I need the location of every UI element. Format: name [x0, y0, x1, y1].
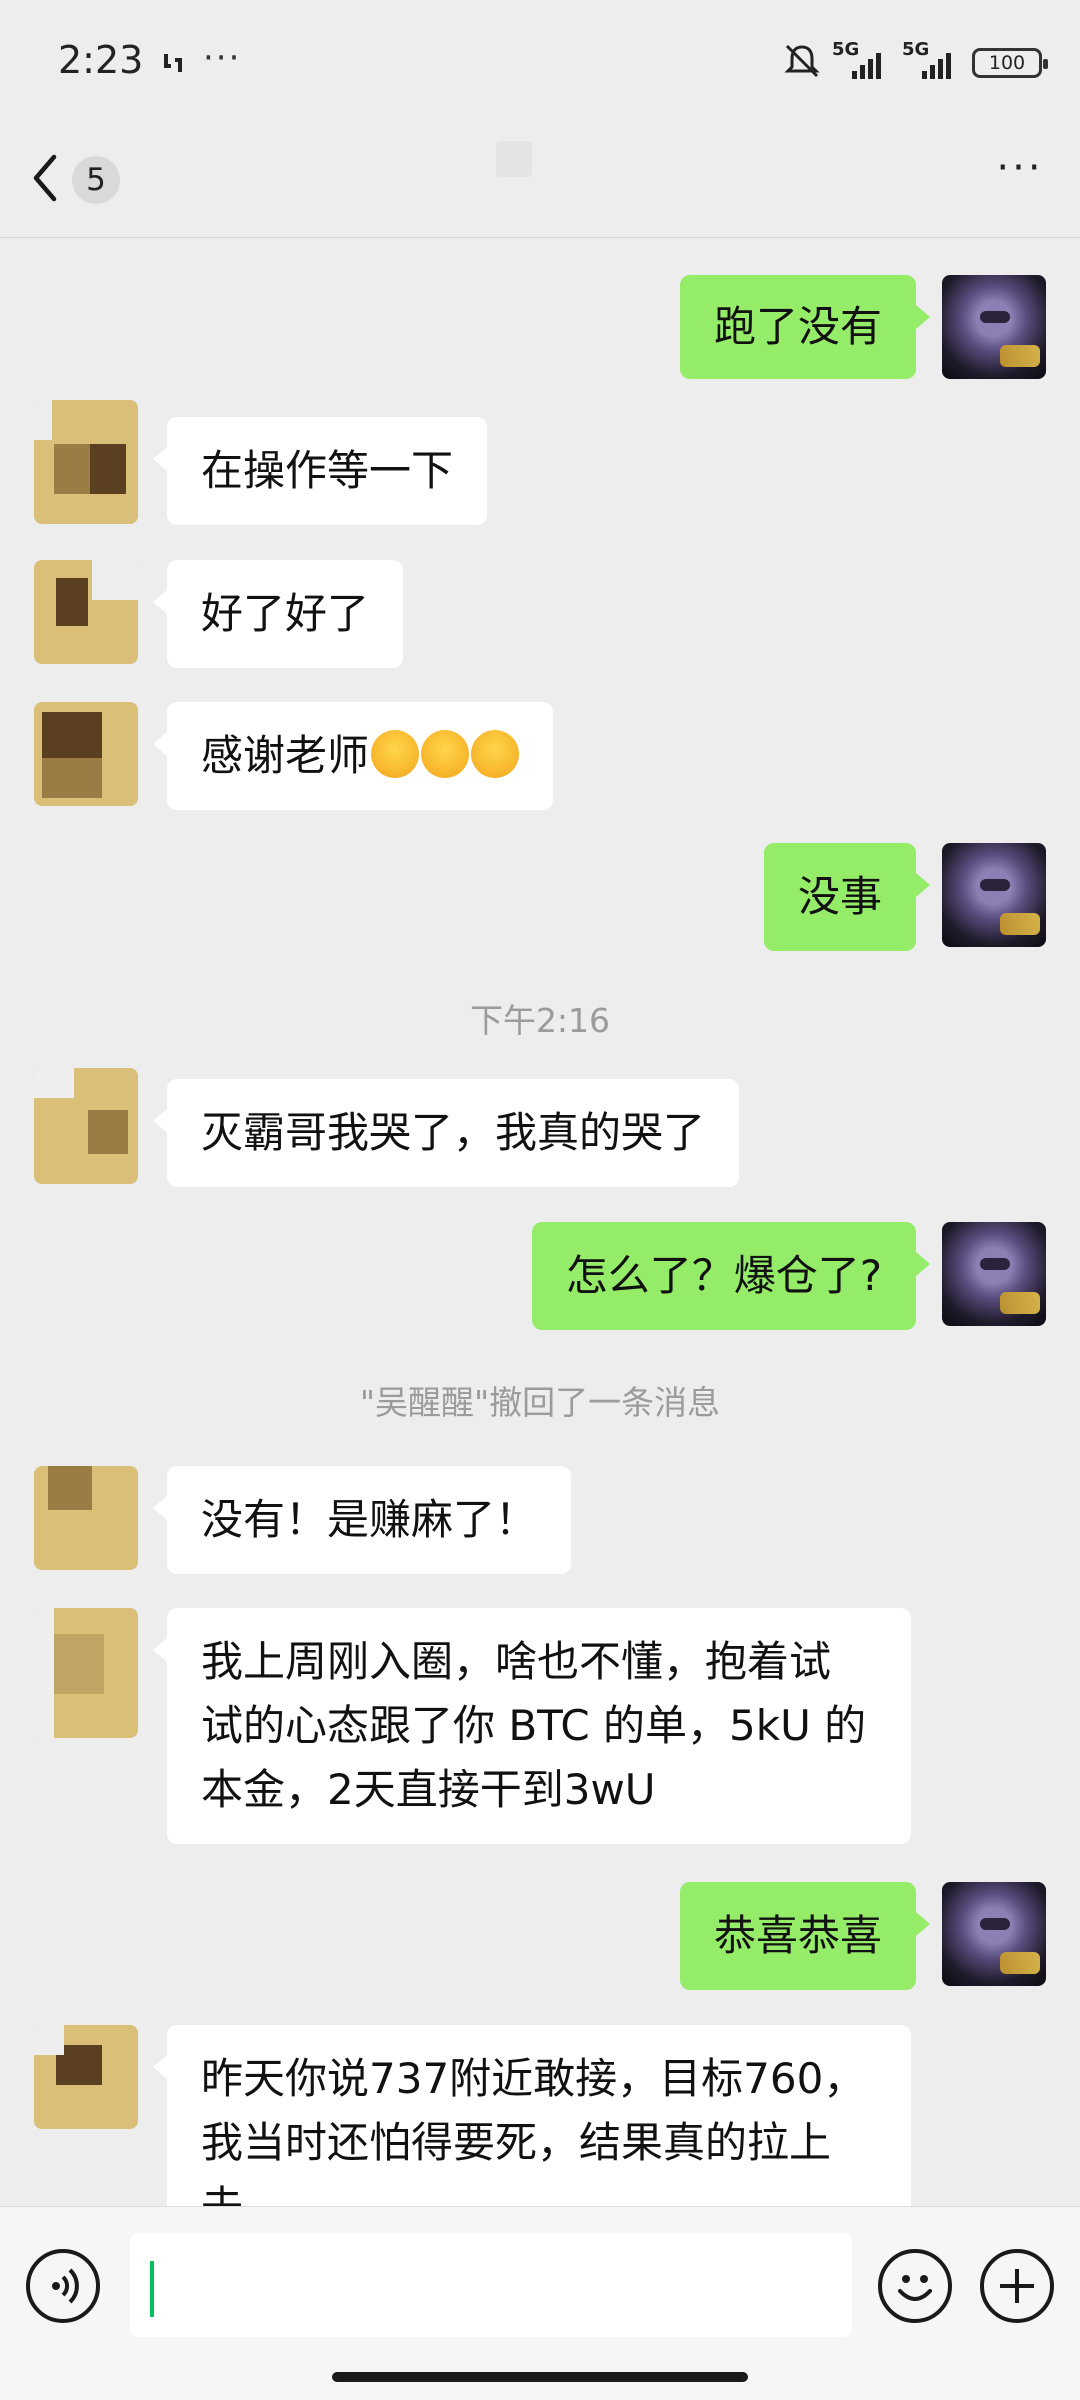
status-bar: 2:23 ··· 5G 5G 100 [0, 0, 1080, 125]
signal-label-1: 5G [832, 39, 860, 60]
message-text: 在操作等一下 [201, 446, 454, 495]
text-caret [150, 2261, 154, 2317]
status-time: 2:23 [58, 38, 144, 82]
emoji-icon[interactable] [878, 2249, 952, 2323]
message-text: 好了好了 [201, 589, 370, 638]
back-button[interactable]: 5 [30, 145, 140, 215]
message-bubble[interactable]: 怎么了？爆仓了? [531, 1222, 931, 1330]
message-text: 怎么了？爆仓了? [565, 1251, 882, 1300]
my-avatar[interactable] [942, 1222, 1046, 1326]
home-indicator[interactable] [332, 2372, 748, 2382]
chat-title [496, 141, 532, 177]
signal-icon-2: 5G [902, 39, 962, 83]
message-bubble[interactable]: 好了好了 [152, 560, 404, 668]
message-bubble[interactable]: 没有！是赚麻了！ [152, 1466, 572, 1574]
message-bubble[interactable]: 灭霸哥我哭了，我真的哭了 [152, 1079, 740, 1187]
signal-icon-1: 5G [832, 39, 892, 83]
my-avatar[interactable] [942, 1882, 1046, 1986]
message-line: 昨天你说737附近敢接，目标760， [201, 2054, 866, 2103]
message-line: 我当时还怕得要死，结果真的拉上 [201, 2118, 832, 2167]
status-more: ··· [203, 38, 242, 78]
voice-icon[interactable] [26, 2249, 100, 2323]
message-bubble[interactable]: 感谢老师 [152, 702, 554, 810]
contact-avatar[interactable] [34, 2025, 138, 2129]
message-text: 恭喜恭喜 [713, 1911, 882, 1960]
more-icon[interactable]: ··· [990, 148, 1050, 203]
mute-icon [782, 41, 822, 85]
hug-emoji-icon [421, 730, 470, 778]
message-text: 跑了没有 [713, 302, 882, 351]
battery-icon: 100 [972, 48, 1048, 78]
back-icon [30, 153, 60, 207]
battery-level: 100 [988, 52, 1026, 74]
recall-notice: "吴醒醒"撤回了一条消息 [359, 1383, 721, 1422]
my-avatar[interactable] [942, 275, 1046, 379]
message-line: 试的心态跟了你 BTC 的单，5kU 的 [201, 1701, 867, 1750]
contact-avatar[interactable] [34, 560, 138, 664]
message-bubble[interactable]: 没事 [763, 843, 931, 951]
message-line: 去 [201, 2175, 877, 2206]
message-text: 灭霸哥我哭了，我真的哭了 [201, 1108, 706, 1157]
message-text: 没有！是赚麻了！ [201, 1495, 538, 1544]
timestamp: 下午2:16 [469, 1001, 611, 1040]
message-text: 感谢老师 [201, 731, 370, 780]
message-list[interactable]: 跑了没有 在操作等一下 好了好了 感谢老师 没事 下午2:16 灭霸哥我哭了，我… [0, 238, 1080, 2206]
message-bubble[interactable]: 昨天你说737附近敢接，目标760， 我当时还怕得要死，结果真的拉上 去 [153, 2025, 911, 2206]
hug-emoji-icon [471, 730, 520, 778]
chat-header: 5 ··· [0, 125, 1080, 237]
status-indicators: 5G 5G 100 [782, 39, 1048, 86]
message-bubble[interactable]: 跑了没有 [679, 275, 931, 379]
contact-avatar[interactable] [34, 1608, 138, 1738]
plus-icon[interactable] [980, 2249, 1054, 2323]
message-bubble[interactable]: 在操作等一下 [152, 417, 488, 525]
contact-avatar[interactable] [34, 1068, 138, 1184]
sync-icon [162, 50, 184, 80]
my-avatar[interactable] [942, 843, 1046, 947]
signal-label-2: 5G [902, 39, 930, 60]
message-text: 没事 [797, 872, 882, 921]
unread-badge: 5 [72, 156, 120, 204]
contact-avatar[interactable] [34, 1466, 138, 1570]
message-line: 我上周刚入圈，啥也不懂，抱着试 [201, 1637, 832, 1686]
message-line: 本金，2天直接干到3wU [201, 1765, 656, 1814]
message-bubble[interactable]: 我上周刚入圈，啥也不懂，抱着试 试的心态跟了你 BTC 的单，5kU 的 本金，… [153, 1608, 911, 1844]
input-bar [0, 2206, 1080, 2400]
contact-avatar[interactable] [34, 702, 138, 806]
message-bubble[interactable]: 恭喜恭喜 [679, 1882, 931, 1990]
message-input[interactable] [130, 2233, 852, 2337]
contact-avatar[interactable] [34, 400, 138, 524]
hug-emoji-icon [371, 730, 420, 778]
